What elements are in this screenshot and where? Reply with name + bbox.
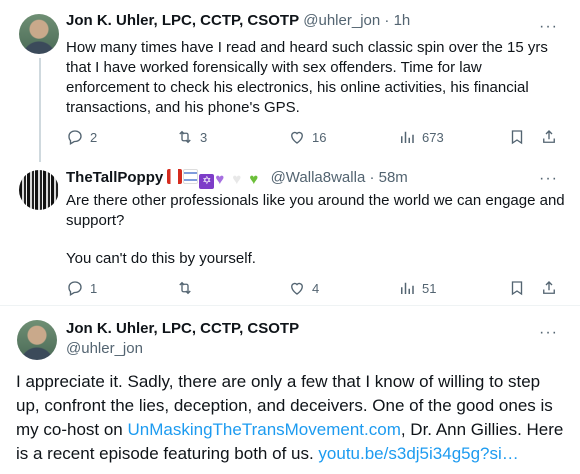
reply-button[interactable]: 1 — [66, 279, 97, 297]
share-button[interactable] — [540, 279, 558, 297]
like-count: 16 — [312, 129, 327, 145]
text-line: How many times have I read and heard suc… — [66, 39, 548, 56]
text-line: Are there other professionals like you a… — [66, 192, 565, 209]
display-name[interactable]: Jon K. Uhler, LPC, CCTP, CSOTP — [66, 12, 299, 29]
share-icon — [543, 281, 555, 294]
reply-count: 1 — [90, 280, 98, 296]
views-button[interactable]: 673 — [398, 128, 444, 146]
avatar[interactable] — [17, 320, 57, 360]
reply-icon — [68, 281, 82, 296]
text-line: up, confront the lies, deception, and de… — [16, 396, 553, 415]
display-name[interactable]: TheTallPoppy — [66, 169, 163, 186]
text-line: that I have worked forensically with sex… — [66, 59, 482, 76]
view-count: 673 — [422, 129, 444, 145]
bookmark-button[interactable] — [508, 279, 526, 297]
more-options-icon[interactable]: ··· — [539, 19, 558, 35]
separator: · — [369, 169, 375, 186]
avatar[interactable] — [19, 170, 59, 210]
reply-icon — [68, 130, 82, 145]
text-line: I appreciate it. Sadly, there are only a… — [16, 372, 541, 391]
handle[interactable]: @Walla8walla — [271, 169, 366, 186]
text-line: transactions, and his phone's GPS. — [66, 99, 300, 116]
timestamp[interactable]: 58m — [379, 169, 408, 186]
text-line: You can't do this by yourself. — [66, 250, 256, 267]
analytics-icon — [401, 282, 414, 294]
share-icon — [543, 130, 555, 143]
name-badges: ✡ ♥ ♥ ♥ — [167, 169, 270, 189]
text-segment: my co-host on — [16, 420, 128, 439]
tweet-2[interactable]: TheTallPoppy ✡ ♥ ♥ ♥ @Walla8walla · 58m ···… — [0, 160, 580, 306]
share-button[interactable] — [540, 128, 558, 146]
tweet-3[interactable]: Jon K. Uhler, LPC, CCTP, CSOTP @uhler_jo… — [0, 306, 580, 474]
tweet-text: How many times have I read and heard suc… — [66, 38, 566, 118]
repost-icon — [179, 130, 191, 144]
handle[interactable]: @uhler_jon — [303, 12, 380, 29]
action-bar: 1 4 51 — [66, 279, 566, 299]
green-heart-icon: ♥ — [249, 171, 259, 188]
action-bar: 2 3 16 673 — [66, 128, 566, 148]
heart-icon — [291, 131, 303, 144]
text-segment: , Dr. Ann Gillies. Here — [400, 420, 564, 439]
reply-count: 2 — [90, 129, 98, 145]
analytics-icon — [401, 131, 414, 143]
white-heart-icon: ♥ — [232, 171, 242, 188]
canada-flag-icon — [167, 169, 183, 184]
text-line: support? — [66, 212, 125, 229]
text-segment: is a recent episode featuring both of us… — [16, 444, 319, 463]
youtube-link[interactable]: youtu.be/s3dj5i34g5g?si… — [318, 444, 518, 463]
star-of-david-icon: ✡ — [199, 174, 215, 189]
bookmark-icon — [511, 281, 523, 296]
like-button[interactable]: 4 — [288, 279, 319, 297]
tweet-text: I appreciate it. Sadly, there are only a… — [16, 370, 564, 466]
repost-icon — [179, 281, 191, 295]
reply-button[interactable]: 2 — [66, 128, 97, 146]
repost-button[interactable] — [176, 279, 200, 297]
bookmark-button[interactable] — [508, 128, 526, 146]
bookmark-icon — [511, 130, 523, 145]
repost-button[interactable]: 3 — [176, 128, 207, 146]
repost-count: 3 — [200, 129, 208, 145]
views-button[interactable]: 51 — [398, 279, 436, 297]
thread-line — [39, 58, 41, 162]
like-count: 4 — [312, 280, 320, 296]
more-options-icon[interactable]: ··· — [539, 325, 558, 341]
tweet-header: TheTallPoppy ✡ ♥ ♥ ♥ @Walla8walla · 58m — [66, 168, 408, 189]
handle[interactable]: @uhler_jon — [66, 339, 299, 359]
heart-icon — [291, 282, 303, 295]
text-line: enforcement to check his electronics, hi… — [66, 79, 529, 96]
tweet-text: Are there other professionals like you a… — [66, 191, 566, 269]
view-count: 51 — [422, 280, 437, 296]
website-link[interactable]: UnMaskingTheTransMovement.com — [128, 420, 401, 439]
timestamp[interactable]: 1h — [394, 12, 411, 29]
avatar[interactable] — [19, 14, 59, 54]
tweet-header: Jon K. Uhler, LPC, CCTP, CSOTP @uhler_jo… — [66, 11, 410, 31]
like-button[interactable]: 16 — [288, 128, 326, 146]
israel-flag-icon — [183, 169, 199, 184]
tweet-header: Jon K. Uhler, LPC, CCTP, CSOTP @uhler_jo… — [66, 319, 299, 359]
more-options-icon[interactable]: ··· — [539, 171, 558, 187]
separator: · — [384, 12, 390, 29]
display-name[interactable]: Jon K. Uhler, LPC, CCTP, CSOTP — [66, 319, 299, 339]
tweet-1[interactable]: Jon K. Uhler, LPC, CCTP, CSOTP @uhler_jo… — [0, 0, 580, 162]
purple-heart-icon: ♥ — [215, 171, 225, 188]
text-line: is a recent episode featuring both of us… — [16, 442, 564, 466]
text-line: my co-host on UnMaskingTheTransMovement.… — [16, 418, 564, 442]
